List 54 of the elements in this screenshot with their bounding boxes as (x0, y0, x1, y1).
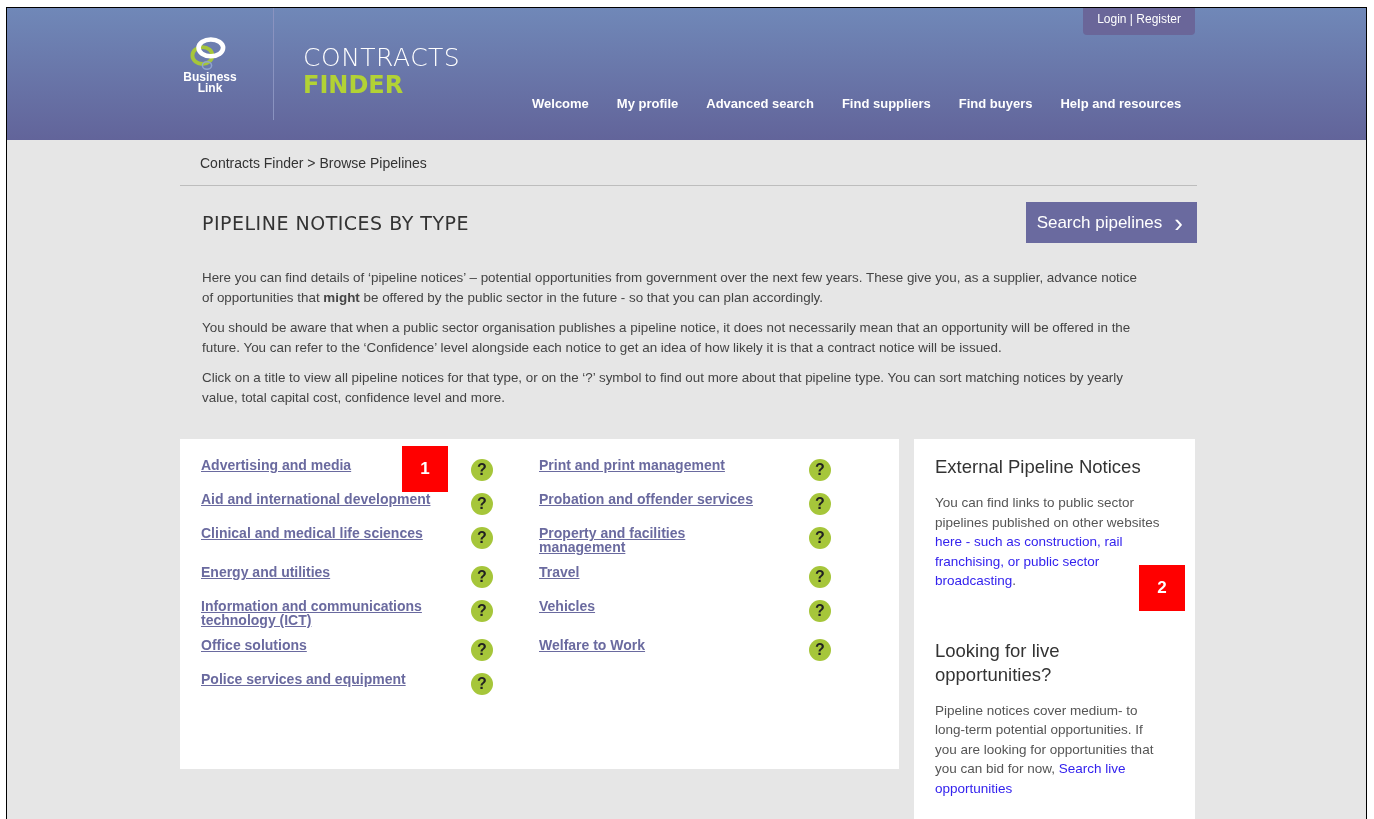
sidebar-heading: Looking for live opportunities? (935, 638, 1061, 687)
logo-text: Business (183, 72, 237, 83)
sidebar-heading: External Pipeline Notices (935, 455, 1142, 479)
nav-link[interactable]: Find buyers (958, 96, 1033, 111)
pipeline-type-link[interactable]: Clinical and medical life sciences (201, 526, 423, 540)
help-icon[interactable]: ? (809, 493, 831, 515)
help-icon[interactable]: ? (809, 600, 831, 622)
help-icon[interactable]: ? (809, 639, 831, 661)
help-icon[interactable]: ? (809, 459, 831, 481)
sidebar-paragraph: You can find links to public sector pipelines published on other websites (935, 495, 1160, 530)
intro-paragraph: You should be aware that when a public sector organisation publishes a pipeline notice, it does not necessarily mean that an opportunity will be offered in the future. You can refer to the ‘Confidence’ level alongside each notice to get an idea of how likely it is that a contract notice will be issued. (201, 319, 1132, 357)
sidebar-link[interactable]: opportunities (935, 780, 1013, 796)
logo-text: Link (197, 83, 223, 94)
nav-link[interactable]: Help and resources (1060, 96, 1182, 111)
help-icon[interactable]: ? (471, 566, 493, 588)
pipeline-type-link[interactable]: Probation and offender services (539, 492, 753, 506)
pipeline-type-link[interactable]: Police services and equipment (201, 672, 406, 686)
sidebar-link[interactable]: Search live (1058, 761, 1126, 776)
site-title: CONTRACTS (303, 44, 462, 72)
nav-link[interactable]: My profile (616, 96, 679, 111)
callout-marker: 1 (402, 446, 448, 492)
site-subtitle: FINDER (303, 72, 405, 98)
help-icon[interactable]: ? (809, 527, 831, 549)
intro-paragraph: Here you can find details of ‘pipeline notices’ – potential opportunities from government over the next few years. These give you, as a supplier, advance notice of opportunities that might be offered by the public sector in the future - so that you can plan accordingly. (201, 269, 1138, 307)
help-icon[interactable]: ? (471, 493, 493, 515)
pipeline-type-link[interactable]: Information and communications technology (ICT) (201, 599, 433, 627)
nav-link[interactable]: Advanced search (706, 96, 814, 111)
help-icon[interactable]: ? (809, 566, 831, 588)
sidebar-link[interactable]: here - such as construction, rail (935, 534, 1123, 549)
nav-link[interactable]: Find suppliers (841, 96, 931, 111)
pipeline-type-link[interactable]: Aid and international development (201, 492, 431, 506)
pipeline-type-link[interactable]: Advertising and media (201, 458, 352, 472)
help-icon[interactable]: ? (471, 527, 493, 549)
search-pipelines-button[interactable]: Search pipelines › (1025, 202, 1197, 243)
help-icon[interactable]: ? (471, 600, 493, 622)
intro-paragraph: Click on a title to view all pipeline notices for that type, or on the ‘?’ symbol to find out more about that pipeline type. You can sort matching notices by yearly value, total capital cost, confidence level and more. (201, 369, 1124, 407)
pipeline-type-link[interactable]: Welfare to Work (539, 638, 646, 652)
help-icon[interactable]: ? (471, 639, 493, 661)
pipeline-type-link[interactable]: Travel (539, 565, 580, 579)
login-register-tab[interactable]: Login | Register (1083, 8, 1195, 35)
help-icon[interactable]: ? (471, 673, 493, 695)
sidebar-link[interactable]: franchising, or public sector (935, 553, 1100, 569)
callout-marker: 2 (1139, 565, 1185, 611)
pipeline-type-link[interactable]: Energy and utilities (201, 565, 331, 579)
page-heading: PIPELINE NOTICES BY TYPE (202, 211, 470, 234)
pipeline-type-link[interactable]: Print and print management (539, 458, 725, 472)
nav-link[interactable]: Welcome (532, 96, 589, 111)
pipeline-type-link[interactable]: Property and facilities management (539, 526, 771, 554)
sidebar-text: . (1012, 573, 1017, 588)
pipeline-type-link[interactable]: Vehicles (539, 599, 596, 613)
help-icon[interactable]: ? (471, 459, 493, 481)
breadcrumb: Contracts Finder > Browse Pipelines (180, 140, 1197, 186)
pipeline-type-link[interactable]: Office solutions (201, 638, 307, 652)
sidebar-paragraph: Pipeline notices cover medium- to long-term potential opportunities. If you are looking for opportunities that you can bid for now, Search live opportunities (935, 701, 1155, 798)
